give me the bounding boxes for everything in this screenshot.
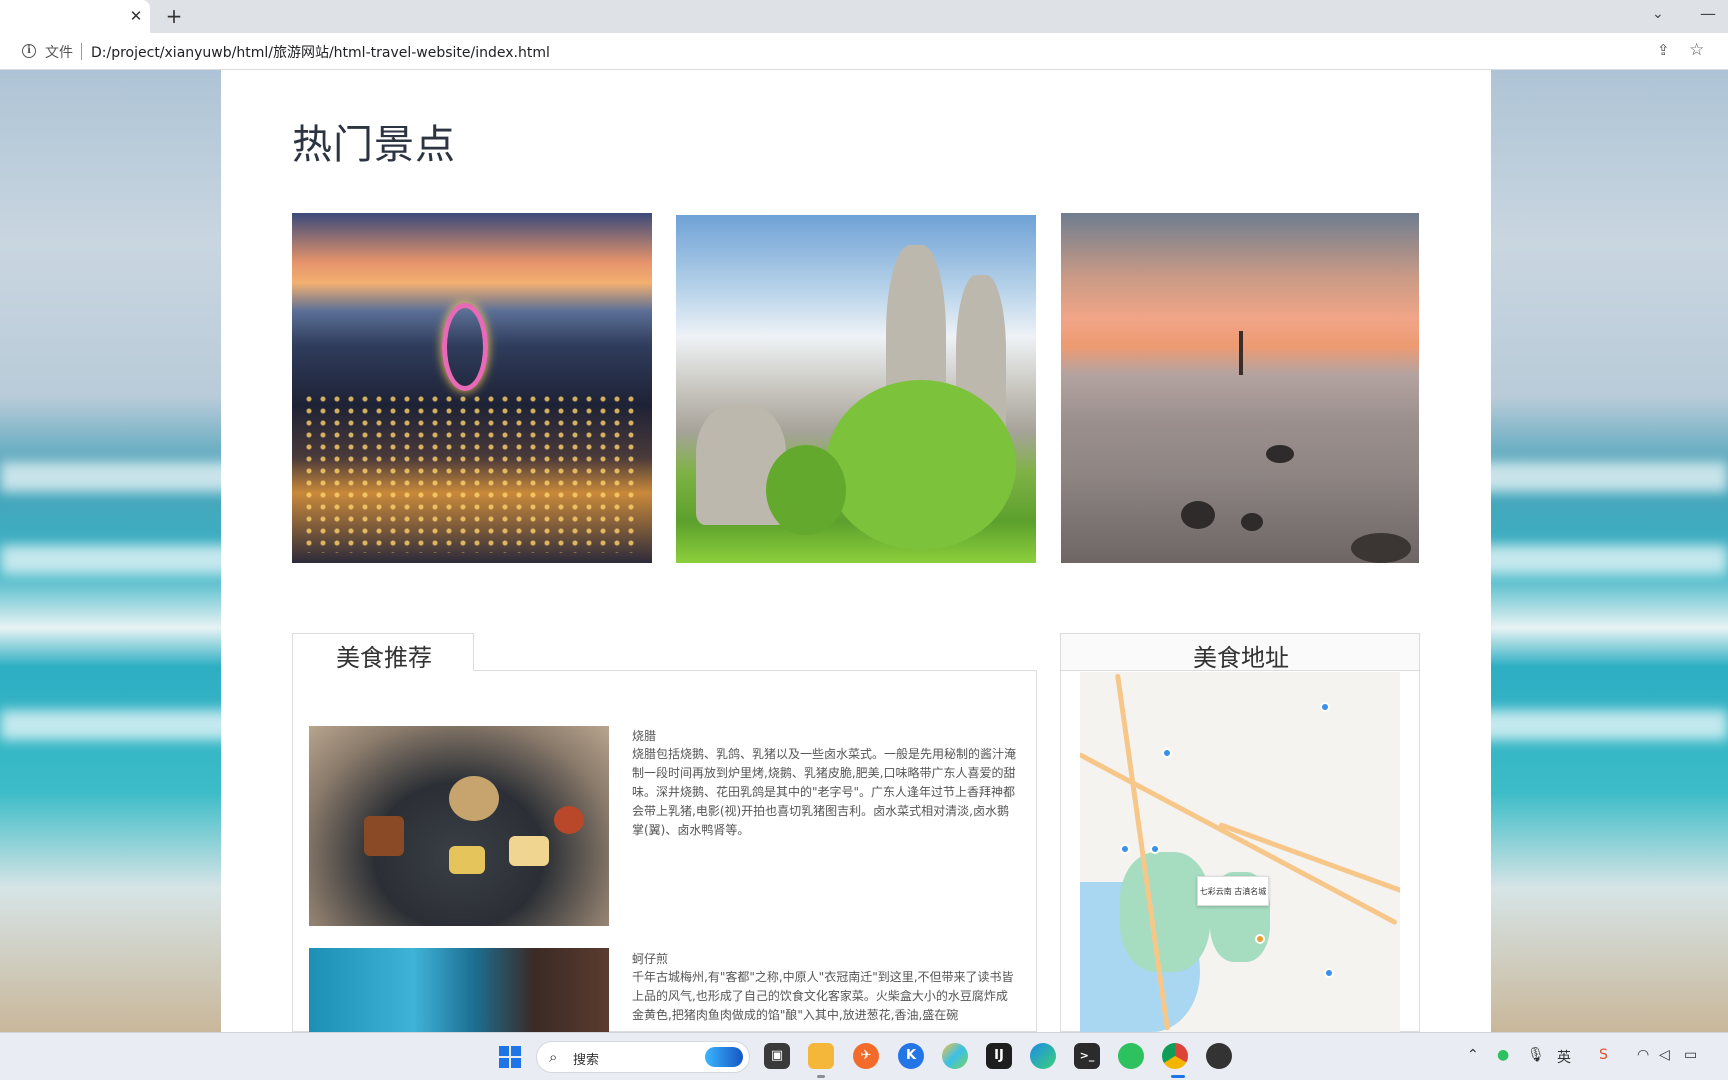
map-location-popup[interactable]: 七彩云南 古滇名城 [1197,876,1269,906]
dish-description-2: 千年古城梅州,有"客都"之称,中原人"衣冠南迁"到这里,不但带来了读书皆上品的风… [632,970,1014,1022]
windows-start-icon[interactable] [499,1046,521,1068]
volume-icon[interactable]: ◁ [1659,1047,1670,1063]
dish-description-1: 烧腊包括烧鹅、乳鸽、乳猪以及一些卤水菜式。一般是先用秘制的酱汁淹制一段时间再放到… [632,747,1017,837]
food-map[interactable] [1080,672,1400,1032]
colorful-app-icon[interactable] [942,1043,968,1069]
taskbar: ⌕ 搜索 ▣ ✈ K IJ >_ ⌃ ● 🎙 英 S ◠ ◁ ▭ [0,1032,1728,1080]
new-tab-button[interactable]: + [163,5,185,27]
chrome-icon[interactable] [1162,1043,1188,1069]
browser-tab[interactable]: ✕ [0,0,150,33]
postman-icon[interactable]: ✈ [853,1043,879,1069]
tray-wechat-icon[interactable]: ● [1497,1047,1509,1063]
minimize-window-button[interactable]: — [1700,4,1716,23]
search-icon: ⌕ [549,1048,558,1066]
dish-title-2: 蚵仔煎 [632,952,669,966]
battery-icon[interactable]: ▭ [1684,1047,1697,1063]
tray-app-icon[interactable]: S [1599,1047,1608,1063]
dish-item [364,816,404,856]
dish-image-1[interactable] [309,726,609,926]
terminal-icon[interactable]: >_ [1074,1043,1100,1069]
browser-tab-bar: ✕ + ⌄ — [0,0,1728,33]
tree-foliage [826,380,1016,550]
page-title: 热门景点 [292,122,456,168]
wifi-icon[interactable]: ◠ [1637,1047,1649,1063]
taskbar-search-label: 搜索 [573,1053,600,1068]
dish-item [509,836,549,866]
file-explorer-icon[interactable] [808,1043,834,1069]
bookmark-star-icon[interactable]: ☆ [1689,40,1704,60]
obs-icon[interactable] [1206,1043,1232,1069]
map-pin-icon[interactable] [1120,844,1130,854]
ferris-wheel-icon [442,303,488,391]
tab-search-dropdown-icon[interactable]: ⌄ [1652,6,1664,22]
address-bar: i 文件 D:/project/xianyuwb/html/旅游网站/html-… [0,33,1728,70]
search-highlight-icon [705,1047,743,1067]
kugou-icon[interactable]: K [898,1043,924,1069]
scheme-label: 文件 [45,45,73,61]
food-recommend-tab[interactable]: 美食推荐 [292,633,474,672]
dish-bowl [449,776,499,821]
jetbrains-icon[interactable]: IJ [986,1043,1012,1069]
app-running-indicator [817,1075,825,1078]
task-view-icon[interactable]: ▣ [764,1043,790,1069]
map-pin-icon[interactable] [1162,748,1172,758]
dish-item [554,806,584,834]
attraction-photo-1[interactable] [292,213,652,563]
attraction-photo-3[interactable] [1061,213,1419,563]
lone-tree [1239,331,1243,375]
dish-item [449,846,485,874]
tray-overflow-icon[interactable]: ⌃ [1467,1047,1479,1063]
microphone-icon[interactable]: 🎙 [1527,1047,1545,1063]
address-separator [81,43,82,60]
dish-image-2[interactable] [309,948,609,1032]
food-recommend-tab-label: 美食推荐 [336,644,432,672]
lake-rock [1266,445,1294,463]
edge-icon[interactable] [1030,1043,1056,1069]
map-pin-icon[interactable] [1320,702,1330,712]
map-pin-icon[interactable] [1324,968,1334,978]
input-method-icon[interactable]: 英 [1557,1047,1571,1067]
lake-rock [1241,513,1263,531]
food-address-tab[interactable]: 美食地址 [1060,633,1420,672]
map-park [1120,852,1210,972]
lake-rock [1351,533,1411,563]
tree-foliage [766,445,846,535]
wechat-icon[interactable] [1118,1043,1144,1069]
attraction-photo-2[interactable] [676,215,1036,563]
url-field[interactable]: D:/project/xianyuwb/html/旅游网站/html-trave… [91,42,550,62]
park-lights [302,393,642,553]
close-tab-icon[interactable]: ✕ [126,6,146,26]
map-pin-icon[interactable] [1255,934,1265,944]
share-icon[interactable]: ⇪ [1657,41,1670,59]
lake-rock [1181,501,1215,529]
taskbar-search-box[interactable]: ⌕ 搜索 [536,1041,750,1073]
site-info-icon[interactable]: i [22,44,36,58]
map-pin-icon[interactable] [1150,844,1160,854]
food-address-tab-label: 美食地址 [1193,644,1289,672]
app-active-indicator [1171,1075,1185,1078]
dish-title-1: 烧腊 [632,729,657,743]
